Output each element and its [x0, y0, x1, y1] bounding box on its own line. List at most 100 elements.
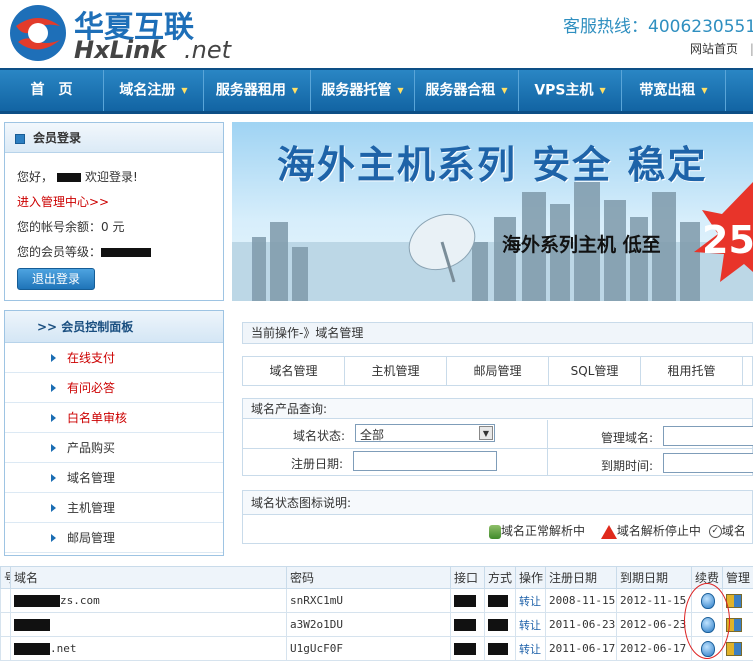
domain-cell[interactable]: .net [11, 637, 287, 661]
tab-4[interactable]: 租用托管 [641, 357, 743, 385]
promo-banner[interactable]: 海外主机系列 安全 稳定 海外系列主机 低至 25 [232, 122, 753, 301]
domain-table: 号域名密码接口方式操作注册日期到期日期续费管理 zs.comsnRXC1mU 转让… [0, 566, 753, 661]
panel-item-6[interactable]: 邮局管理 [5, 523, 223, 553]
account-balance: 您的帐号余额：0 元 [17, 218, 124, 235]
redacted-interface [454, 643, 476, 655]
panel-item-3[interactable]: 产品购买 [5, 433, 223, 463]
logout-button[interactable]: 退出登录 [17, 268, 95, 290]
redacted-method [488, 643, 508, 655]
tab-1[interactable]: 主机管理 [345, 357, 447, 385]
manage-cell [723, 637, 753, 661]
nav-item-3[interactable]: 服务器托管 ▼ [311, 70, 415, 111]
transfer-link[interactable]: 转让 [516, 613, 546, 637]
interface-cell [451, 637, 485, 661]
expire-input[interactable] [663, 453, 753, 473]
triangle-bullet-icon [51, 534, 56, 542]
row-number-cell [1, 637, 11, 661]
reg-date-cell: 2011-06-23 [546, 613, 617, 637]
site-logo[interactable]: 华夏互联 HxLink .net [4, 0, 249, 66]
table-header-row: 号域名密码接口方式操作注册日期到期日期续费管理 [1, 567, 753, 589]
column-header: 管理 [723, 567, 753, 589]
method-cell [485, 637, 516, 661]
panel-menu: 在线支付有问必答白名单审核产品购买域名管理主机管理邮局管理 [5, 343, 223, 553]
nav-item-1[interactable]: 域名注册▼ [104, 70, 204, 111]
nav-item-4[interactable]: 服务器合租▼ [415, 70, 519, 111]
panel-item-5[interactable]: 主机管理 [5, 493, 223, 523]
password-cell: snRXC1mU [287, 589, 451, 613]
tab-0[interactable]: 域名管理 [243, 357, 345, 385]
transfer-link[interactable]: 转让 [516, 589, 546, 613]
management-tabs: 域名管理主机管理邮局管理SQL管理租用托管 [242, 356, 753, 386]
panel-item-0[interactable]: 在线支付 [5, 343, 223, 373]
nav-item-0[interactable]: 首 页 [0, 70, 104, 111]
hotline-text: 客服热线：4006230551 [563, 17, 753, 37]
panel-item-2[interactable]: 白名单审核 [5, 403, 223, 433]
hotline: 客服热线：4006230551 ( [563, 12, 753, 37]
redacted-interface [454, 619, 476, 631]
domain-cell[interactable] [11, 613, 287, 637]
column-header: 号 [1, 567, 11, 589]
banner-price: 25 [702, 218, 753, 262]
reg-date-input[interactable] [353, 451, 497, 471]
triangle-bullet-icon [51, 444, 56, 452]
panel-item-label: 在线支付 [67, 351, 115, 365]
nav-item-label: 首 页 [31, 82, 73, 98]
column-header: 密码 [287, 567, 451, 589]
home-link[interactable]: 网站首页 [690, 42, 738, 56]
nav-item-5[interactable]: VPS主机▼ [519, 70, 622, 111]
manage-tools-icon[interactable] [726, 642, 742, 656]
triangle-bullet-icon [51, 504, 56, 512]
redacted-domain [14, 595, 60, 607]
chevron-down-icon[interactable]: ▼ [479, 426, 493, 440]
login-title: 会员登录 [33, 131, 81, 145]
table-body: zs.comsnRXC1mU转让2008-11-152012-11-15a3W2… [1, 589, 753, 661]
tab-3[interactable]: SQL管理 [549, 357, 641, 385]
table-row: .netU1gUcF0F转让2011-06-172012-06-17 [1, 637, 753, 661]
redacted-username [57, 173, 81, 182]
dropdown-arrow-icon: ▼ [397, 86, 403, 95]
panel-item-1[interactable]: 有问必答 [5, 373, 223, 403]
transfer-link[interactable]: 转让 [516, 637, 546, 661]
manage-domain-input[interactable] [663, 426, 753, 446]
domain-suffix: .net [50, 642, 77, 655]
legend-normal: 域名正常解析中 [501, 524, 585, 538]
legend-items: 域名正常解析中 域名解析停止中 ✓域名 [489, 522, 746, 539]
row-number-cell [1, 589, 11, 613]
legend-other: 域名 [722, 524, 746, 538]
legend-title: 域名状态图标说明: [243, 491, 752, 515]
column-header: 域名 [11, 567, 287, 589]
password-cell: a3W2o1DU [287, 613, 451, 637]
reg-date-label: 注册日期: [291, 455, 343, 472]
member-level: 您的会员等级： [17, 243, 151, 260]
nav-item-label: 服务器托管 [321, 83, 391, 99]
tab-2[interactable]: 邮局管理 [447, 357, 549, 385]
column-header: 操作 [516, 567, 546, 589]
table-row: a3W2o1DU转让2011-06-232012-06-23 [1, 613, 753, 637]
panel-item-4[interactable]: 域名管理 [5, 463, 223, 493]
redacted-domain [14, 619, 50, 631]
logo-english: HxLink [74, 36, 166, 64]
column-header: 接口 [451, 567, 485, 589]
manage-center-link[interactable]: 进入管理中心>> [17, 193, 109, 210]
dropdown-arrow-icon: ▼ [292, 86, 298, 95]
column-header: 方式 [485, 567, 516, 589]
redacted-method [488, 619, 508, 631]
panel-item-label: 产品购买 [67, 441, 115, 455]
member-login-box: 会员登录 您好，欢迎登录! 进入管理中心>> 您的帐号余额：0 元 您的会员等级… [4, 122, 224, 301]
status-select[interactable]: 全部 ▼ [355, 424, 495, 442]
top-links: 网站首页 | [690, 40, 753, 57]
triangle-bullet-icon [51, 474, 56, 482]
triangle-bullet-icon [51, 384, 56, 392]
check-circle-icon: ✓ [709, 525, 722, 538]
manage-tools-icon[interactable] [726, 594, 742, 608]
nav-item-6[interactable]: 带宽出租▼ [622, 70, 726, 111]
reg-date-cell: 2011-06-17 [546, 637, 617, 661]
interface-cell [451, 613, 485, 637]
panel-item-label: 邮局管理 [67, 531, 115, 545]
domain-cell[interactable]: zs.com [11, 589, 287, 613]
query-title: 域名产品查询: [243, 399, 752, 419]
panel-item-label: 主机管理 [67, 501, 115, 515]
nav-item-label: VPS主机 [534, 83, 593, 99]
nav-item-2[interactable]: 服务器租用▼ [204, 70, 311, 111]
column-header: 注册日期 [546, 567, 617, 589]
